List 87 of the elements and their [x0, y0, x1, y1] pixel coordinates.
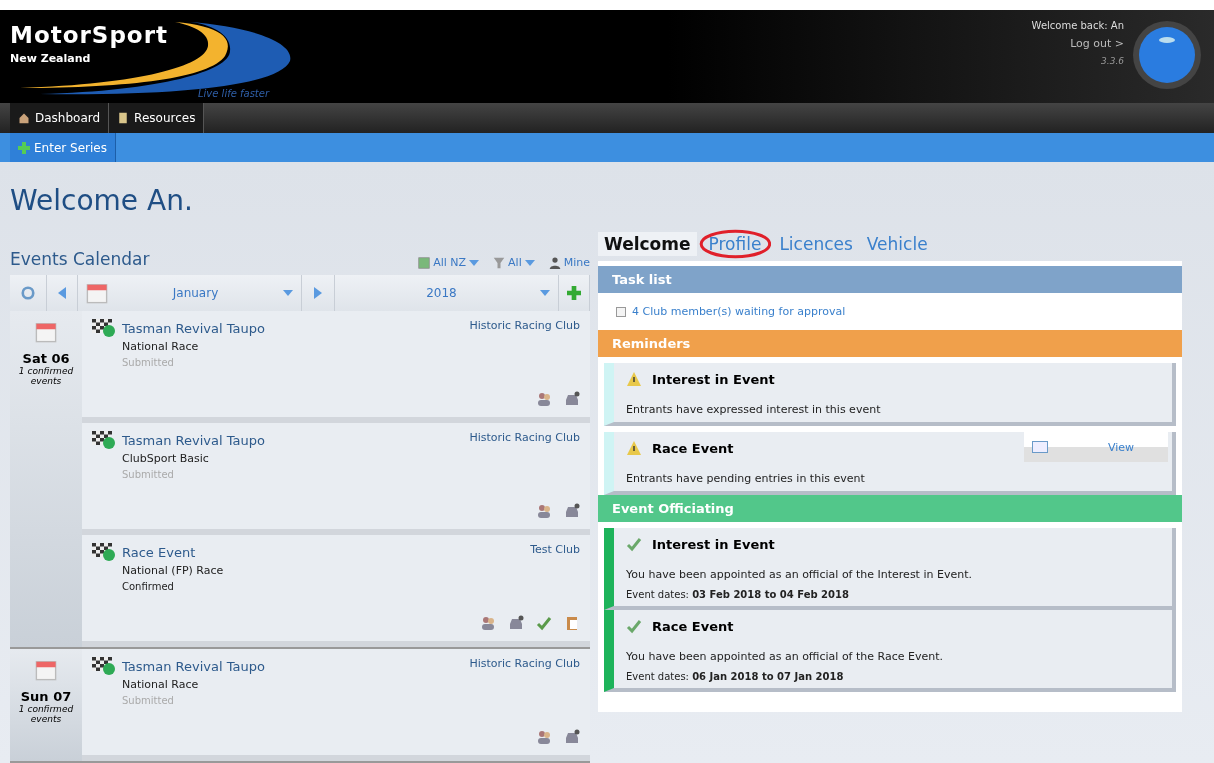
warning-icon [626, 371, 642, 387]
month-select[interactable]: January [172, 286, 219, 300]
event-title[interactable]: Tasman Revival Taupo [122, 658, 265, 674]
calendar-title: Events Calendar [10, 249, 150, 269]
event-title[interactable]: Race Event [122, 544, 196, 560]
day-date: Sun 07 [20, 689, 72, 704]
nav-tab[interactable]: Resources [109, 103, 205, 133]
event-status: Submitted [122, 695, 174, 706]
section-header: Reminders [598, 330, 1182, 357]
day-note: 1 confirmed events [17, 704, 75, 724]
version-text: 3.3.6 [1101, 56, 1124, 66]
club-link[interactable]: Historic Racing Club [469, 319, 580, 337]
profile-tab[interactable]: Welcome [598, 232, 697, 256]
checkered-flag-icon [92, 319, 116, 337]
caret-icon [283, 290, 293, 296]
card-text: Entrants have pending entries in this event [626, 472, 866, 485]
event-title[interactable]: Tasman Revival Taupo [122, 320, 265, 336]
event-type: National Race [122, 678, 199, 691]
plus-icon [18, 141, 30, 154]
window-icon [1032, 441, 1048, 453]
nav-tab[interactable]: Dashboard [10, 103, 110, 133]
section-header: Event Officiating [598, 495, 1182, 522]
people-icon[interactable] [480, 615, 496, 631]
people-icon[interactable] [536, 503, 552, 519]
card-title: Race Event [652, 618, 734, 634]
club-link[interactable]: Historic Racing Club [469, 431, 580, 449]
people-icon[interactable] [536, 391, 552, 407]
calendar-icon [35, 659, 57, 681]
profile-tab[interactable]: Vehicle [860, 232, 934, 256]
calendar-icon [35, 321, 57, 343]
card-title: Race Event [652, 440, 734, 456]
book-icon [117, 111, 130, 125]
filter-menu[interactable]: All [493, 256, 535, 269]
task-link[interactable]: 4 Club member(s) waiting for approval [616, 305, 1164, 318]
event-type: National (FP) Race [122, 564, 224, 577]
tagline: Live life faster [198, 88, 270, 99]
warning-icon [626, 440, 642, 456]
enter-series-button[interactable]: Enter Series [10, 133, 116, 162]
event-status: Submitted [122, 357, 174, 368]
card-text: You have been appointed as an official of the Interest in Event. [626, 568, 973, 581]
event-title[interactable]: Tasman Revival Taupo [122, 432, 265, 448]
club-link[interactable]: Test Club [530, 543, 580, 561]
day-date: Sat 06 [22, 351, 70, 366]
profile-tab[interactable]: Profile [698, 229, 772, 259]
filter-icon [493, 256, 506, 269]
add-icon[interactable] [567, 286, 581, 300]
card-title: Interest in Event [652, 536, 775, 552]
page-title: Welcome An. [10, 184, 194, 217]
person-icon [548, 256, 561, 269]
event-status: Submitted [122, 469, 174, 480]
check-icon [626, 618, 642, 634]
event-type: ClubSport Basic [122, 452, 209, 465]
view-button[interactable]: View [1024, 432, 1168, 462]
house-icon [18, 112, 30, 124]
clipboard-icon[interactable] [564, 615, 580, 631]
previous-icon[interactable] [58, 287, 66, 299]
refresh-icon[interactable] [21, 286, 35, 300]
globe-button-icon[interactable] [1132, 20, 1202, 90]
map-icon [418, 256, 431, 269]
people-icon[interactable] [536, 729, 552, 745]
next-icon[interactable] [314, 287, 322, 299]
event-dates: Event dates: 06 Jan 2018 to 07 Jan 2018 [626, 671, 845, 682]
event-dates: Event dates: 03 Feb 2018 to 04 Feb 2018 [626, 589, 850, 600]
welcome-text: Welcome back: An [1031, 20, 1124, 31]
calendar-icon [86, 282, 108, 304]
filter-menu[interactable]: All NZ [418, 256, 480, 269]
event-type: National Race [122, 340, 199, 353]
year-select[interactable]: 2018 [426, 286, 457, 300]
brand-name: MotorSport [10, 22, 169, 48]
profile-tab[interactable]: Licences [773, 232, 859, 256]
club-link[interactable]: Historic Racing Club [469, 657, 580, 675]
section-header: Task list [598, 266, 1182, 293]
logout-link[interactable]: Log out > [1070, 37, 1124, 50]
card-title: Interest in Event [652, 371, 775, 387]
card-text: You have been appointed as an official of the Race Event. [626, 650, 944, 663]
check-icon[interactable] [536, 615, 552, 631]
day-note: 1 confirmed events [17, 366, 75, 386]
card-text: Entrants have expressed interest in this event [626, 403, 882, 416]
check-icon [626, 536, 642, 552]
filter-menu[interactable]: Mine [548, 256, 590, 269]
checkered-flag-icon [92, 431, 116, 449]
brand-subtitle: New Zealand [10, 52, 92, 65]
checkered-flag-icon [92, 543, 116, 561]
event-status: Confirmed [122, 581, 174, 592]
caret-icon [540, 290, 550, 296]
checkered-flag-icon [92, 657, 116, 675]
task-checkbox[interactable] [616, 306, 626, 317]
